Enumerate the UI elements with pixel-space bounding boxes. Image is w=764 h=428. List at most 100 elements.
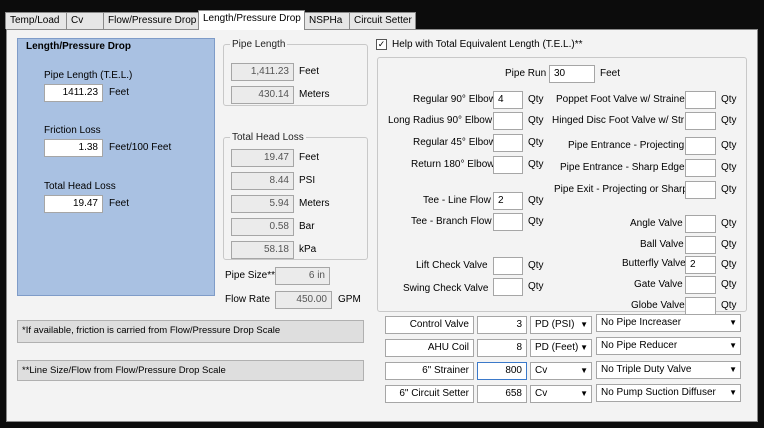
pipe-exit-label: Pipe Exit - Projecting or Sharp [554,184,688,195]
pump-suction-diffuser-dropdown[interactable]: No Pump Suction Diffuser ▼ [596,384,741,402]
ball-valve-qty[interactable] [685,236,716,254]
head-loss-psi-field: 8.44 [231,172,294,190]
chevron-down-icon: ▼ [580,320,588,329]
lift-check-valve-label: Lift Check Valve [416,260,488,271]
chevron-down-icon: ▼ [729,365,737,374]
tab-length-pressure-drop[interactable]: Length/Pressure Drop [198,10,305,30]
component-value-circuit-setter[interactable]: 658 [477,385,527,403]
tee-branch-flow-label: Tee - Branch Flow [411,216,492,227]
friction-loss-field[interactable]: 1.38 [44,139,103,157]
poppet-foot-valve-qty[interactable] [685,91,716,109]
pipe-reducer-dropdown[interactable]: No Pipe Reducer ▼ [596,337,741,355]
pipe-size-label: Pipe Size** [225,270,276,281]
component-unit-dropdown[interactable]: PD (Feet) ▼ [530,339,592,357]
pipe-length-label: Pipe Length (T.E.L.) [44,70,133,81]
hinged-disc-foot-valve-qty[interactable] [685,112,716,130]
regular-45-elbow-label: Regular 45° Elbow [413,137,496,148]
regular-90-elbow-qty[interactable]: 4 [493,91,523,109]
head-loss-bar-unit: Bar [299,221,315,232]
tab-strip: Temp/Load Cv Flow/Pressure Drop Length/P… [5,10,760,30]
component-value-strainer[interactable]: 800 [477,362,527,380]
tab-page: Length/Pressure Drop Pipe Length (T.E.L.… [6,29,758,422]
regular-45-elbow-qty[interactable] [493,134,523,152]
chevron-down-icon: ▼ [729,341,737,350]
pipe-length-group-title: Pipe Length [230,39,288,50]
qty-label: Qty [528,115,544,126]
qty-label: Qty [528,137,544,148]
qty-label: Qty [721,140,737,151]
qty-label: Qty [528,216,544,227]
qty-label: Qty [528,260,544,271]
pipe-size-field: 6 in [275,267,330,285]
tee-branch-flow-qty[interactable] [493,213,523,231]
globe-valve-qty[interactable] [685,297,716,315]
gate-valve-qty[interactable] [685,276,716,294]
panel-title: Length/Pressure Drop [26,41,132,52]
qty-label: Qty [528,281,544,292]
return-180-elbow-label: Return 180° Elbow [411,159,495,170]
pipe-length-feet-field: 1,411.23 [231,63,294,81]
flow-rate-field: 450.00 [275,291,332,309]
pipe-increaser-dropdown[interactable]: No Pipe Increaser ▼ [596,314,741,332]
tab-circuit-setter[interactable]: Circuit Setter [349,12,416,29]
component-value-control-valve[interactable]: 3 [477,316,527,334]
tee-line-flow-qty[interactable]: 2 [493,192,523,210]
butterfly-valve-qty[interactable]: 2 [685,256,716,274]
pipe-run-unit: Feet [600,68,621,79]
friction-note: *If available, friction is carried from … [17,320,364,343]
component-unit-dropdown[interactable]: PD (PSI) ▼ [530,316,592,334]
tab-nspha[interactable]: NSPHa [304,12,350,29]
chevron-down-icon: ▼ [729,318,737,327]
total-head-loss-field[interactable]: 19.47 [44,195,103,213]
total-head-loss-group: Total Head Loss 19.47 Feet 8.44 PSI 5.94… [223,132,368,260]
total-head-loss-group-title: Total Head Loss [230,132,306,143]
friction-loss-unit: Feet/100 Feet [109,142,172,153]
component-name-circuit-setter[interactable]: 6" Circuit Setter [385,385,474,403]
chevron-down-icon: ▼ [580,366,588,375]
pipe-length-meters-field: 430.14 [231,86,294,104]
component-name-ahu-coil[interactable]: AHU Coil [385,339,474,357]
pipe-run-field[interactable]: 30 [549,65,595,83]
component-name-strainer[interactable]: 6" Strainer [385,362,474,380]
poppet-foot-valve-label: Poppet Foot Valve w/ Strainer [556,94,689,105]
qty-label: Qty [528,195,544,206]
angle-valve-qty[interactable] [685,215,716,233]
total-head-loss-label: Total Head Loss [44,181,116,192]
qty-label: Qty [721,259,737,270]
qty-label: Qty [721,184,737,195]
head-loss-kpa-field: 58.18 [231,241,294,259]
pipe-entrance-sharp-edge-qty[interactable] [685,159,716,177]
qty-label: Qty [721,162,737,173]
lift-check-valve-qty[interactable] [493,257,523,275]
tab-flow-pressure-drop[interactable]: Flow/Pressure Drop [103,12,199,29]
pipe-length-meters-unit: Meters [299,89,330,100]
qty-label: Qty [721,115,737,126]
total-head-loss-unit: Feet [109,198,130,209]
component-name-control-valve[interactable]: Control Valve [385,316,474,334]
swing-check-valve-label: Swing Check Valve [403,283,489,294]
long-radius-90-elbow-qty[interactable] [493,112,523,130]
component-unit-dropdown[interactable]: Cv ▼ [530,362,592,380]
pipe-length-field[interactable]: 1411.23 [44,84,103,102]
return-180-elbow-qty[interactable] [493,156,523,174]
tab-temp-load[interactable]: Temp/Load [5,12,67,29]
tel-help-checkbox[interactable]: ✓ [376,39,387,50]
swing-check-valve-qty[interactable] [493,278,523,296]
pipe-entrance-sharp-edge-label: Pipe Entrance - Sharp Edge [560,162,685,173]
component-value-ahu-coil[interactable]: 8 [477,339,527,357]
tab-cv[interactable]: Cv [66,12,104,29]
line-size-note: **Line Size/Flow from Flow/Pressure Drop… [17,360,364,381]
globe-valve-label: Globe Valve [631,300,685,311]
pipe-entrance-projecting-qty[interactable] [685,137,716,155]
qty-label: Qty [721,239,737,250]
pipe-length-feet-unit: Feet [299,66,320,77]
component-unit-dropdown[interactable]: Cv ▼ [530,385,592,403]
ball-valve-label: Ball Valve [640,239,684,250]
tel-help-label: Help with Total Equivalent Length (T.E.L… [392,39,583,50]
head-loss-meters-unit: Meters [299,198,330,209]
triple-duty-valve-dropdown[interactable]: No Triple Duty Valve ▼ [596,361,741,379]
pipe-exit-qty[interactable] [685,181,716,199]
head-loss-feet-unit: Feet [299,152,320,163]
pipe-length-group: Pipe Length 1,411.23 Feet 430.14 Meters [223,39,368,106]
tee-line-flow-label: Tee - Line Flow [423,195,491,206]
